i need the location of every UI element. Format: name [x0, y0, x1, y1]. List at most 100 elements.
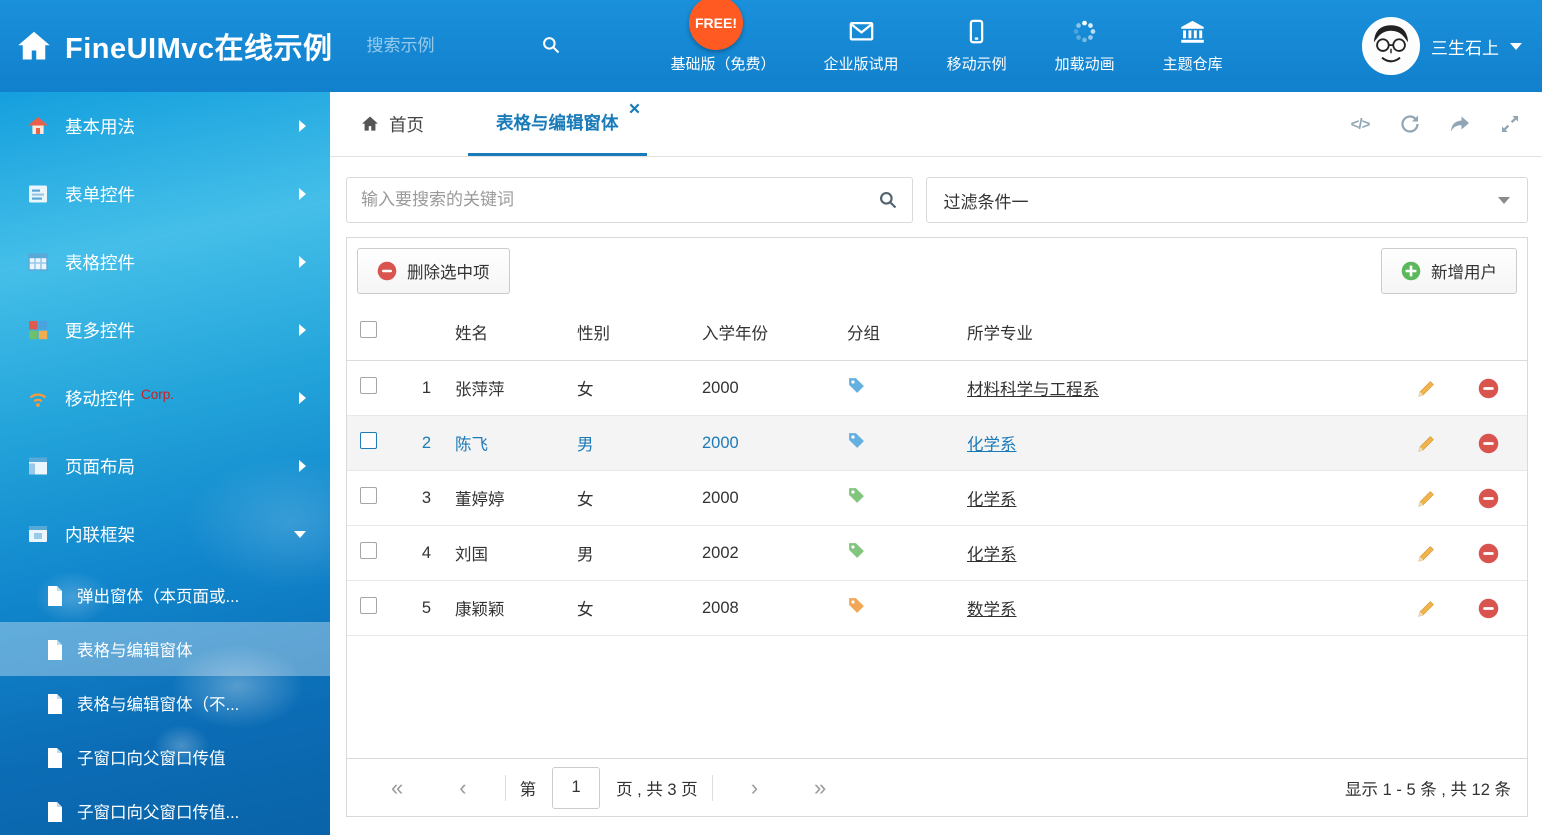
major-link[interactable]: 数学系 — [967, 601, 1017, 619]
edit-icon[interactable] — [1416, 598, 1437, 619]
header-search-input[interactable] — [363, 30, 563, 62]
column-header-name[interactable]: 姓名 — [437, 320, 559, 344]
search-icon[interactable] — [878, 190, 898, 210]
sidebar-subitem-label: 子窗口向父窗口传值... — [77, 799, 239, 823]
row-checkbox[interactable] — [360, 377, 377, 394]
table-row[interactable]: 2 陈飞 男 2000 化学系 — [347, 416, 1527, 471]
next-page-icon[interactable]: › — [745, 777, 764, 799]
file-icon — [46, 693, 64, 714]
edit-icon[interactable] — [1416, 378, 1437, 399]
tab-grid-edit-window[interactable]: 表格与编辑窗体 — [468, 92, 647, 156]
delete-row-icon[interactable] — [1478, 378, 1499, 399]
nav-item-label: 企业版试用 — [824, 53, 899, 74]
row-number: 4 — [397, 544, 437, 563]
maximize-icon[interactable] — [1498, 112, 1522, 136]
select-all-checkbox[interactable] — [360, 321, 377, 338]
row-number: 3 — [397, 489, 437, 508]
edit-icon[interactable] — [1416, 543, 1437, 564]
file-icon — [46, 747, 64, 768]
app-root: FineUIMvc在线示例 FREE! 基础版（免费） 企业版试用 — [0, 0, 1542, 835]
sidebar-item-more-controls[interactable]: 更多控件 — [0, 296, 330, 364]
user-menu[interactable]: 三生石上 — [1362, 17, 1542, 75]
row-checkbox[interactable] — [360, 487, 377, 504]
cell-year: 2002 — [684, 544, 829, 563]
form-icon — [26, 182, 50, 206]
major-link[interactable]: 化学系 — [967, 436, 1017, 454]
nav-item-mobile-demo[interactable]: 移动示例 — [947, 18, 1007, 74]
tag-icon — [847, 541, 866, 560]
source-code-icon[interactable]: </> — [1348, 112, 1372, 136]
sidebar-subitem-popup-window[interactable]: 弹出窗体（本页面或... — [0, 568, 330, 622]
cell-year: 2000 — [684, 489, 829, 508]
pagination-bar: « ‹ 第 页 , 共 3 页 › » 显示 1 - 5 条 , 共 12 条 — [347, 758, 1527, 816]
plus-circle-icon — [1401, 261, 1421, 281]
nav-item-theme-repo[interactable]: 主题仓库 — [1163, 18, 1223, 74]
sidebar-item-basic-usage[interactable]: 基本用法 — [0, 92, 330, 160]
sidebar: 基本用法 表单控件 表格控件 更多控件 — [0, 92, 330, 835]
previous-page-icon[interactable]: ‹ — [453, 777, 472, 799]
edit-icon[interactable] — [1416, 488, 1437, 509]
sidebar-item-iframe[interactable]: 内联框架 — [0, 500, 330, 568]
table-row[interactable]: 3 董婷婷 女 2000 化学系 — [347, 471, 1527, 526]
sidebar-subitem-child-to-parent-alt[interactable]: 子窗口向父窗口传值... — [0, 784, 330, 835]
column-header-year[interactable]: 入学年份 — [684, 320, 829, 344]
sidebar-item-page-layout[interactable]: 页面布局 — [0, 432, 330, 500]
table-header-row: 姓名 性别 入学年份 分组 所学专业 — [347, 304, 1527, 361]
nav-item-enterprise-trial[interactable]: 企业版试用 — [824, 18, 899, 74]
table-row[interactable]: 1 张萍萍 女 2000 材料科学与工程系 — [347, 361, 1527, 416]
delete-row-icon[interactable] — [1478, 488, 1499, 509]
sidebar-item-mobile-controls[interactable]: 移动控件 Corp. — [0, 364, 330, 432]
edit-icon[interactable] — [1416, 433, 1437, 454]
cell-name: 董婷婷 — [437, 486, 559, 510]
column-header-gender[interactable]: 性别 — [559, 320, 684, 344]
bank-icon — [1179, 18, 1206, 45]
sidebar-subitem-child-to-parent[interactable]: 子窗口向父窗口传值 — [0, 730, 330, 784]
page-number-input[interactable] — [552, 767, 600, 809]
tag-icon — [847, 376, 866, 395]
file-icon — [46, 801, 64, 822]
chevron-right-icon — [299, 324, 306, 336]
row-checkbox[interactable] — [360, 542, 377, 559]
cell-gender: 女 — [559, 376, 684, 400]
sidebar-subitem-grid-edit-window[interactable]: 表格与编辑窗体 — [0, 622, 330, 676]
column-header-group[interactable]: 分组 — [829, 320, 949, 344]
filter-dropdown[interactable]: 过滤条件一 — [926, 177, 1529, 223]
sidebar-item-form-controls[interactable]: 表单控件 — [0, 160, 330, 228]
row-checkbox[interactable] — [360, 597, 377, 614]
app-title: FineUIMvc在线示例 — [65, 25, 333, 67]
major-link[interactable]: 化学系 — [967, 491, 1017, 509]
tab-home[interactable]: 首页 — [360, 92, 424, 156]
cell-gender: 女 — [559, 596, 684, 620]
table-row[interactable]: 4 刘国 男 2002 化学系 — [347, 526, 1527, 581]
delete-row-icon[interactable] — [1478, 598, 1499, 619]
delete-row-icon[interactable] — [1478, 433, 1499, 454]
nav-item-loading-animation[interactable]: 加载动画 — [1055, 18, 1115, 74]
home-icon — [26, 114, 50, 138]
refresh-icon[interactable] — [1398, 112, 1422, 136]
open-in-new-window-icon[interactable] — [1448, 112, 1472, 136]
sidebar-subitem-grid-edit-window-alt[interactable]: 表格与编辑窗体（不... — [0, 676, 330, 730]
table-icon — [26, 250, 50, 274]
table-row[interactable]: 5 康颖颖 女 2008 数学系 — [347, 581, 1527, 636]
header-search — [363, 30, 563, 62]
page-prefix-label: 第 — [520, 776, 537, 800]
delete-row-icon[interactable] — [1478, 543, 1499, 564]
sidebar-item-label: 基本用法 — [65, 114, 135, 139]
brand[interactable]: FineUIMvc在线示例 — [0, 25, 333, 67]
first-page-icon[interactable]: « — [385, 777, 409, 799]
tab-toolbar: </> — [1348, 92, 1522, 156]
last-page-icon[interactable]: » — [808, 777, 832, 799]
delete-selected-button[interactable]: 删除选中项 — [357, 248, 510, 294]
sidebar-item-grid-controls[interactable]: 表格控件 — [0, 228, 330, 296]
tab-active-label: 表格与编辑窗体 — [496, 110, 619, 135]
column-header-major[interactable]: 所学专业 — [949, 320, 1403, 344]
major-link[interactable]: 化学系 — [967, 546, 1017, 564]
chevron-right-icon — [299, 188, 306, 200]
keyword-search-input[interactable] — [346, 177, 913, 223]
add-user-button[interactable]: 新增用户 — [1381, 248, 1517, 294]
chevron-right-icon — [299, 392, 306, 404]
major-link[interactable]: 材料科学与工程系 — [967, 381, 1099, 399]
search-icon[interactable] — [541, 35, 561, 55]
row-checkbox[interactable] — [360, 432, 377, 449]
close-icon[interactable] — [629, 103, 640, 114]
